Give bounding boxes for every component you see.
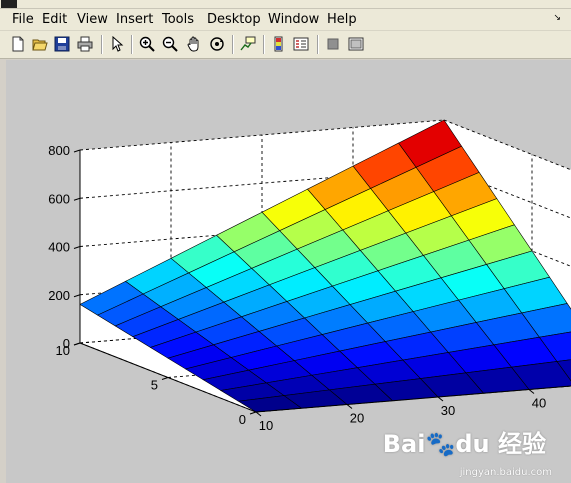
figure-toolbar bbox=[0, 31, 571, 59]
figure-canvas[interactable]: 020040060080005101020304050 Bai🐾du 经验 ji… bbox=[6, 60, 571, 483]
save-icon[interactable] bbox=[53, 35, 71, 53]
new-file-icon[interactable] bbox=[9, 35, 27, 53]
print-icon[interactable] bbox=[76, 35, 94, 53]
baidu-watermark: Bai🐾du 经验 bbox=[382, 430, 546, 458]
window-title-bar bbox=[0, 0, 571, 9]
toolbar-separator bbox=[263, 35, 265, 54]
menu-tools[interactable]: Tools bbox=[162, 12, 194, 27]
surface-plot[interactable]: 020040060080005101020304050 bbox=[6, 60, 571, 483]
x-tick-label: 30 bbox=[441, 403, 455, 418]
menu-edit[interactable]: Edit bbox=[42, 12, 67, 27]
show-plot-tools-icon[interactable] bbox=[347, 35, 365, 53]
hide-plot-tools-icon[interactable] bbox=[324, 35, 342, 53]
zoom-out-icon[interactable] bbox=[161, 35, 179, 53]
z-tick bbox=[73, 246, 81, 249]
baidu-watermark-url: jingyan.baidu.com bbox=[459, 467, 552, 478]
x-tick bbox=[255, 411, 262, 417]
toolbar-separator bbox=[317, 35, 319, 54]
matlab-figure-icon bbox=[1, 0, 17, 8]
x-tick-label: 40 bbox=[532, 396, 546, 411]
toolbar-separator bbox=[101, 35, 103, 54]
z-tick-label: 200 bbox=[48, 288, 70, 303]
y-tick-label: 10 bbox=[56, 343, 70, 358]
z-tick-label: 800 bbox=[48, 143, 70, 158]
pan-hand-icon[interactable] bbox=[185, 35, 203, 53]
y-tick-label: 5 bbox=[151, 378, 158, 393]
y-tick bbox=[73, 342, 81, 346]
x-tick bbox=[437, 396, 444, 402]
menu-desktop[interactable]: Desktop bbox=[207, 12, 261, 27]
rotate-3d-icon[interactable] bbox=[208, 35, 226, 53]
x-tick bbox=[528, 389, 535, 394]
open-folder-icon[interactable] bbox=[31, 35, 49, 53]
z-tick bbox=[73, 197, 81, 201]
z-tick bbox=[73, 149, 81, 153]
z-tick-label: 600 bbox=[48, 191, 70, 206]
y-tick bbox=[161, 377, 169, 380]
colorbar-icon[interactable] bbox=[270, 35, 288, 53]
pointer-icon[interactable] bbox=[108, 35, 126, 53]
legend-icon[interactable] bbox=[292, 35, 310, 53]
data-cursor-icon[interactable] bbox=[239, 35, 257, 53]
y-tick-label: 0 bbox=[239, 412, 246, 427]
toolbar-separator bbox=[131, 35, 133, 54]
y-tick bbox=[249, 411, 257, 415]
x-tick-label: 10 bbox=[259, 418, 273, 433]
zoom-in-icon[interactable] bbox=[138, 35, 156, 53]
menu-window[interactable]: Window bbox=[268, 12, 319, 27]
menu-view[interactable]: View bbox=[77, 12, 108, 27]
z-tick-label: 400 bbox=[48, 240, 70, 255]
x-tick-label: 20 bbox=[350, 411, 364, 426]
dock-figure-icon[interactable]: ↘ bbox=[553, 13, 561, 23]
menu-insert[interactable]: Insert bbox=[116, 12, 153, 27]
x-tick bbox=[346, 404, 353, 409]
menu-bar: File Edit View Insert Tools Desktop Wind… bbox=[0, 9, 571, 31]
menu-help[interactable]: Help bbox=[327, 12, 357, 27]
toolbar-separator bbox=[232, 35, 234, 54]
menu-file[interactable]: File bbox=[12, 12, 34, 27]
z-tick bbox=[73, 294, 81, 298]
